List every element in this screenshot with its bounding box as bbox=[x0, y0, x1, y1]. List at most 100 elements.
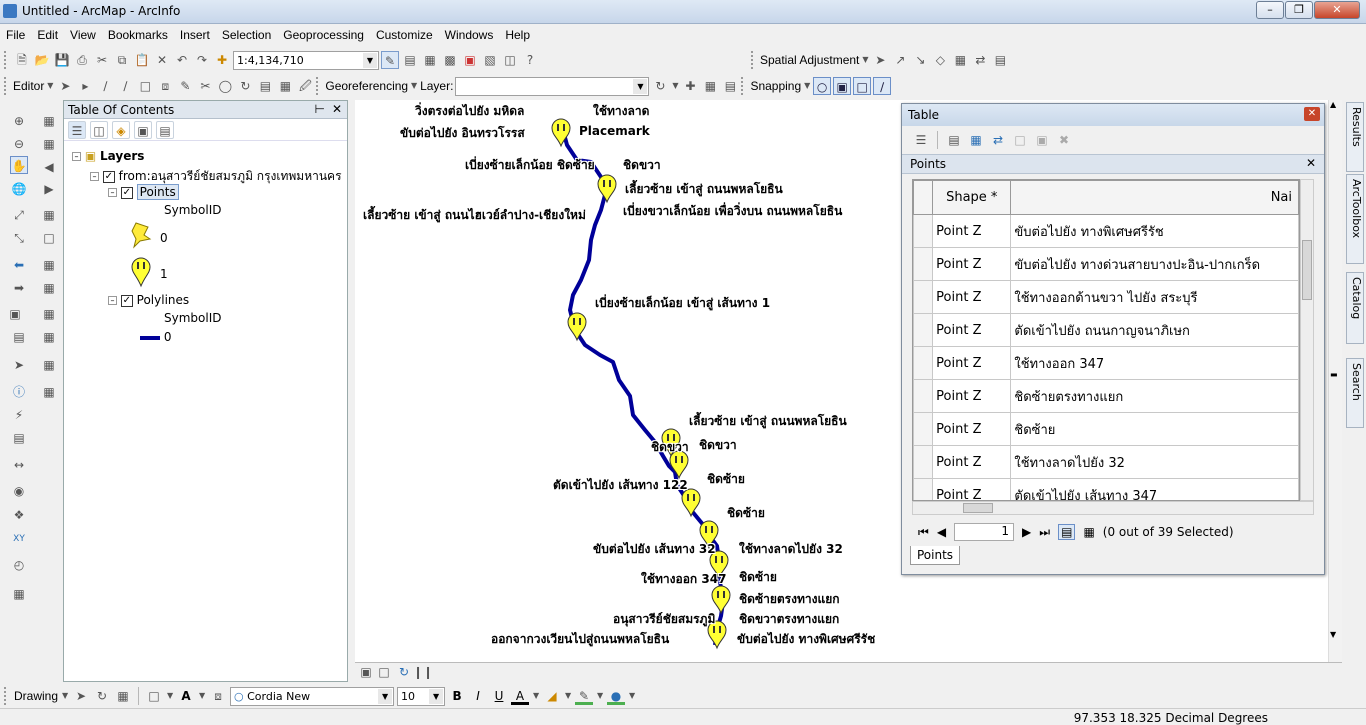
rectangle-icon[interactable]: □ bbox=[145, 687, 163, 705]
toolbar-grip[interactable] bbox=[4, 687, 8, 705]
redo-icon[interactable]: ↷ bbox=[193, 51, 211, 69]
points-layer-node[interactable]: – ✓ Points bbox=[108, 184, 179, 200]
menu-edit[interactable]: Edit bbox=[31, 28, 64, 42]
show-selected-records-icon[interactable]: ▦ bbox=[1083, 525, 1094, 539]
toolbar-grip[interactable] bbox=[4, 51, 8, 69]
cell-shape[interactable]: Point Z bbox=[932, 280, 1012, 314]
cell-shape[interactable]: Point Z bbox=[932, 478, 1012, 500]
row-selector[interactable] bbox=[913, 445, 934, 479]
chevron-down-icon[interactable]: ▼ bbox=[198, 687, 206, 705]
clear-selected-icon[interactable]: ▤ bbox=[10, 328, 28, 346]
map-scale-combo[interactable]: 1:4,134,710 ▼ bbox=[233, 50, 379, 70]
placemark-icon[interactable] bbox=[597, 174, 617, 204]
rotate-icon[interactable]: ↻ bbox=[236, 77, 254, 95]
cell-name[interactable]: ใช้ทางออก 347 bbox=[1010, 346, 1299, 380]
cell-name[interactable]: ใช้ทางออกด้านขวา ไปยัง สระบุรี bbox=[1010, 280, 1299, 314]
edge-snapping-icon[interactable]: ∕ bbox=[873, 77, 892, 95]
table-horizontal-scrollbar[interactable] bbox=[912, 501, 1314, 515]
forward-extent-icon[interactable]: ▶ bbox=[40, 180, 58, 198]
chevron-down-icon[interactable]: ▼ bbox=[671, 77, 679, 95]
list-by-drawing-order-icon[interactable]: ☰ bbox=[68, 120, 86, 139]
menu-help[interactable]: Help bbox=[499, 28, 536, 42]
row-selector[interactable] bbox=[913, 247, 934, 281]
polylines-layer-node[interactable]: – ✓ Polylines bbox=[108, 293, 189, 307]
vertex-snapping-icon[interactable]: □ bbox=[853, 77, 872, 95]
close-icon[interactable]: ✕ bbox=[1306, 156, 1316, 170]
collapse-icon[interactable]: – bbox=[90, 172, 99, 181]
reshape-icon[interactable]: ✎ bbox=[176, 77, 194, 95]
pan-hand-icon[interactable]: ✋ bbox=[10, 156, 28, 174]
chevron-down-icon[interactable]: ▼ bbox=[429, 688, 444, 704]
end-snapping-icon[interactable]: ▣ bbox=[833, 77, 852, 95]
toc-options-icon[interactable]: ▤ bbox=[156, 120, 174, 139]
arctoolbox-tab[interactable]: ArcToolbox bbox=[1346, 174, 1364, 264]
font-family-combo[interactable]: ○ Cordia New ▼ bbox=[230, 686, 395, 706]
back-extent-icon[interactable]: ◀ bbox=[40, 158, 58, 176]
editor-menu[interactable]: Editor bbox=[13, 79, 44, 93]
placemark-icon[interactable] bbox=[711, 585, 731, 615]
chevron-down-icon[interactable]: ▼ bbox=[532, 687, 540, 705]
open-icon[interactable]: 📂 bbox=[33, 51, 51, 69]
scroll-up-icon[interactable]: ▲ bbox=[1330, 100, 1336, 109]
scroll-down-icon[interactable]: ▼ bbox=[1330, 630, 1336, 639]
cell-shape[interactable]: Point Z bbox=[932, 445, 1012, 479]
clear-selection-icon[interactable]: □ bbox=[1011, 131, 1029, 149]
point-snapping-icon[interactable]: ○ bbox=[813, 77, 832, 95]
save-icon[interactable]: 💾 bbox=[53, 51, 71, 69]
cell-name[interactable]: ใช้ทางลาดไปยัง 32 bbox=[1010, 445, 1299, 479]
chevron-down-icon[interactable]: ▼ bbox=[363, 52, 377, 68]
switch-selection-icon[interactable]: ⇄ bbox=[989, 131, 1007, 149]
first-record-icon[interactable]: ⏮ bbox=[918, 525, 929, 540]
hyperlink-icon[interactable]: ⚡ bbox=[10, 406, 28, 424]
polylines-layer-checkbox[interactable]: ✓ bbox=[120, 294, 133, 307]
menu-customize[interactable]: Customize bbox=[370, 28, 439, 42]
menu-file[interactable]: File bbox=[0, 28, 31, 42]
print-icon[interactable]: ⎙ bbox=[73, 51, 91, 69]
close-icon[interactable]: ✕ bbox=[1304, 107, 1320, 121]
cell-name[interactable]: ตัดเข้าไปยัง ถนนกาญจนาภิเษก bbox=[1010, 313, 1299, 347]
edit-vertices-icon[interactable]: ⧈ bbox=[209, 687, 227, 705]
table-row[interactable]: Point Z ขับต่อไปยัง ทางด่วนสายบางปะอิน-ปา… bbox=[913, 247, 1299, 281]
layout-view-icon[interactable]: □ bbox=[375, 663, 393, 681]
bold-icon[interactable]: B bbox=[448, 687, 466, 705]
last-record-icon[interactable]: ⏭ bbox=[1039, 525, 1050, 540]
search-window-icon[interactable]: ▩ bbox=[441, 51, 459, 69]
undo-icon[interactable]: ↶ bbox=[173, 51, 191, 69]
chevron-down-icon[interactable]: ▼ bbox=[61, 687, 69, 705]
scroll-thumb[interactable] bbox=[1302, 240, 1312, 300]
cell-name[interactable]: ขับต่อไปยัง ทางด่วนสายบางปะอิน-ปากเกร็ด bbox=[1010, 247, 1299, 281]
font-color-icon[interactable]: A bbox=[511, 687, 530, 705]
row-selector[interactable] bbox=[913, 346, 934, 380]
fixed-zoom-in-icon[interactable]: ▦ bbox=[40, 112, 58, 130]
select-arrow-icon[interactable]: ➤ bbox=[10, 356, 28, 374]
group-layer-checkbox[interactable]: ✓ bbox=[102, 170, 115, 183]
view-link-table-icon[interactable]: ▦ bbox=[701, 77, 719, 95]
results-tab[interactable]: Results bbox=[1346, 102, 1364, 172]
minimize-button[interactable]: – bbox=[1256, 1, 1284, 19]
georeferencing-menu[interactable]: Georeferencing bbox=[325, 79, 408, 93]
cut-polygon-icon[interactable]: ✂ bbox=[196, 77, 214, 95]
find-binoculars-icon[interactable]: ◉ bbox=[10, 482, 28, 500]
toolbar-grip[interactable] bbox=[751, 51, 755, 69]
cell-shape[interactable]: Point Z bbox=[932, 379, 1012, 413]
zoom-to-selected-icon[interactable]: ⤢ bbox=[10, 206, 28, 224]
italic-icon[interactable]: I bbox=[469, 687, 487, 705]
drawing-menu[interactable]: Drawing bbox=[14, 689, 58, 703]
attributes-icon[interactable]: ▤ bbox=[256, 77, 274, 95]
fixed-zoom-out-icon[interactable]: ▦ bbox=[40, 135, 58, 153]
select-by-attributes-icon[interactable]: ▦ bbox=[967, 131, 985, 149]
menu-bookmarks[interactable]: Bookmarks bbox=[102, 28, 174, 42]
cut-icon[interactable]: ✂ bbox=[93, 51, 111, 69]
placemark-icon[interactable] bbox=[567, 312, 587, 342]
font-size-combo[interactable]: 10 ▼ bbox=[397, 686, 446, 706]
layers-node[interactable]: – ▣ Layers bbox=[72, 149, 144, 163]
zoom-to-selected-icon[interactable]: ▣ bbox=[1033, 131, 1051, 149]
zoom-to-elements-icon[interactable]: ▦ bbox=[114, 687, 132, 705]
next-record-icon[interactable]: ▶ bbox=[1022, 525, 1031, 539]
table-row[interactable]: Point Z ขับต่อไปยัง ทางพิเศษศรีรัช bbox=[913, 214, 1299, 248]
zoom-out-icon[interactable]: ⊖ bbox=[10, 135, 28, 153]
delete-selected-icon[interactable]: ✖ bbox=[1055, 131, 1073, 149]
trace-icon[interactable]: □ bbox=[136, 77, 154, 95]
full-extent-globe-icon[interactable]: 🌐 bbox=[10, 180, 28, 198]
measure-icon[interactable]: ▦ bbox=[40, 328, 58, 346]
